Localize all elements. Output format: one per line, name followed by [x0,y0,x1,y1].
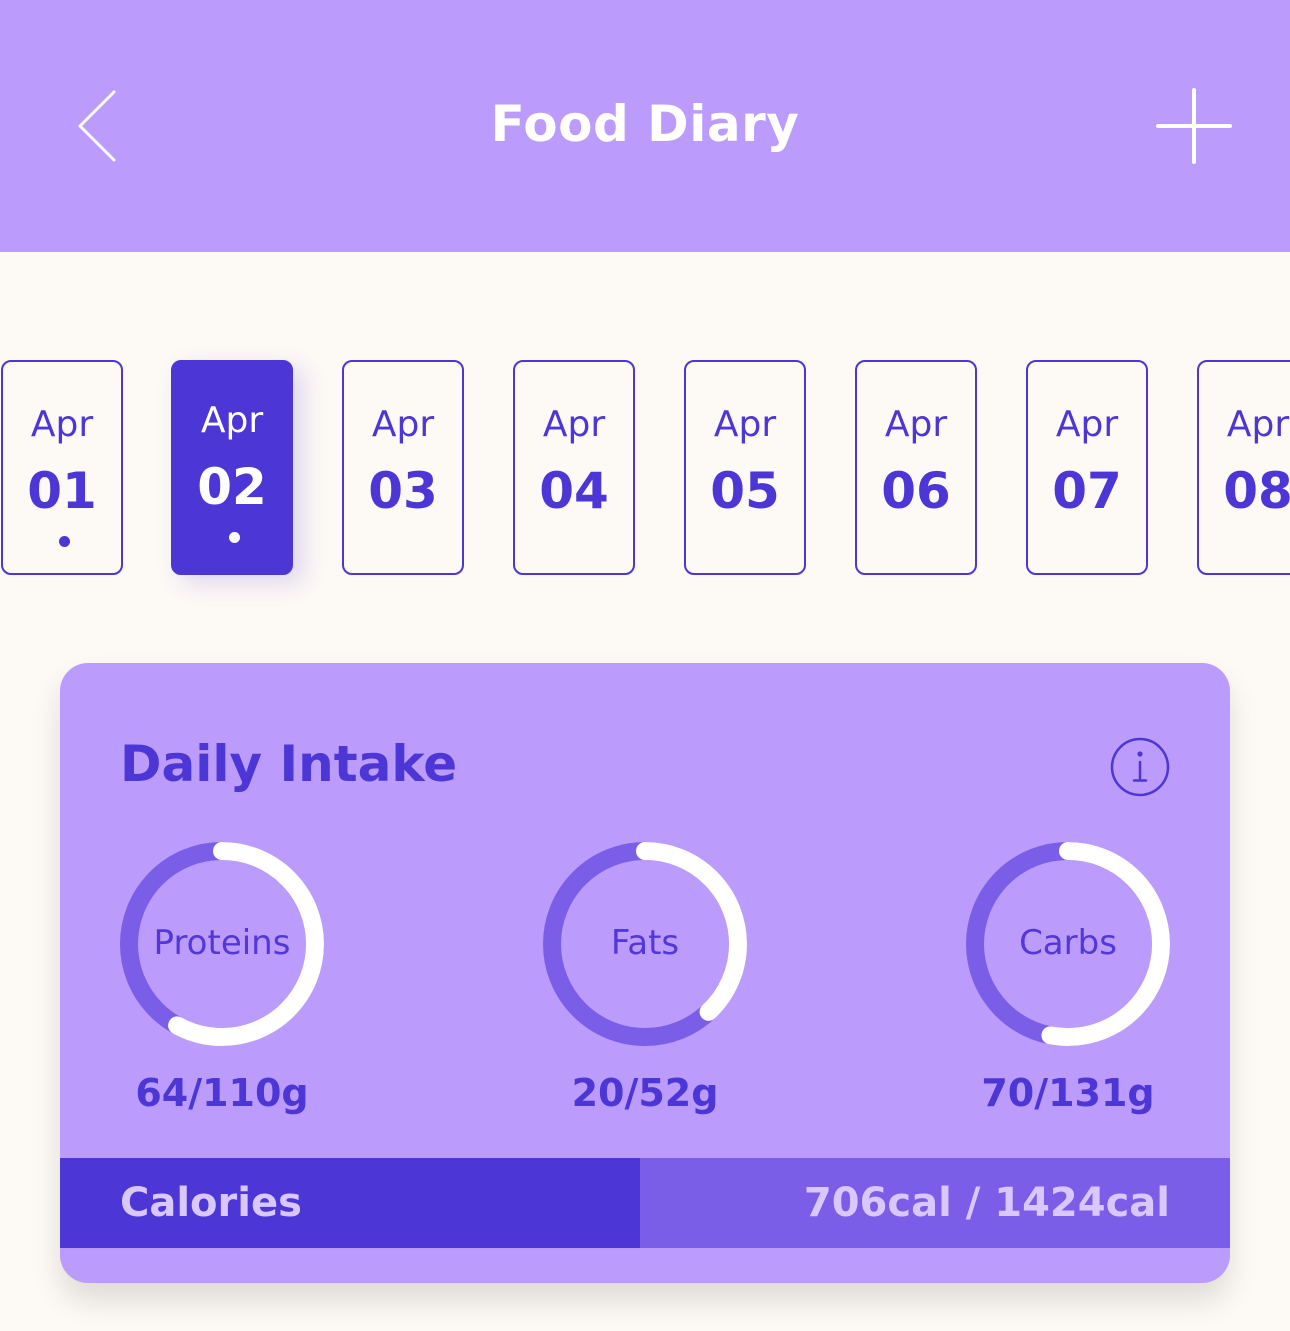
entry-indicator-dot [229,532,240,543]
date-day: 02 [197,458,267,516]
plus-icon [1156,88,1232,164]
date-month: Apr [884,404,948,445]
date-month: Apr [1226,404,1290,445]
daily-intake-card: Daily Intake Proteins 64/110g Fats 20/52… [60,663,1230,1283]
date-card[interactable]: Apr 07 [1026,360,1148,575]
date-card[interactable]: Apr 01 [1,360,123,575]
macro-label: Carbs [1019,923,1117,963]
date-month: Apr [200,400,264,441]
date-card[interactable]: Apr 06 [855,360,977,575]
page-title: Food Diary [490,95,800,153]
info-button[interactable] [1109,736,1171,798]
date-month: Apr [542,404,606,445]
date-day: 01 [27,462,97,520]
macro-value: 70/131g [981,1071,1155,1115]
card-title: Daily Intake [120,735,458,793]
date-card-selected[interactable]: Apr 02 [171,360,293,575]
date-month: Apr [1055,404,1119,445]
date-day: 03 [368,462,438,520]
macro-value: 64/110g [135,1071,309,1115]
date-selector: Apr 01 Apr 02 Apr 03 Apr 04 Apr 05 Apr 0… [0,360,1290,580]
date-day: 06 [881,462,951,520]
date-card[interactable]: Apr 08 [1197,360,1290,575]
date-day: 04 [539,462,609,520]
date-month: Apr [371,404,435,445]
macro-value: 20/52g [571,1071,719,1115]
info-icon [1110,737,1170,797]
calories-progress-bar: Calories 706cal / 1424cal [60,1158,1230,1248]
calories-value: 706cal / 1424cal [803,1180,1170,1226]
date-card[interactable]: Apr 03 [342,360,464,575]
date-month: Apr [713,404,777,445]
date-day: 08 [1223,462,1290,520]
macro-label: Fats [610,923,680,963]
date-day: 07 [1052,462,1122,520]
entry-indicator-dot [59,536,70,547]
date-card[interactable]: Apr 05 [684,360,806,575]
macro-label: Proteins [153,923,291,963]
date-card[interactable]: Apr 04 [513,360,635,575]
date-month: Apr [30,404,94,445]
app-header: Food Diary [0,0,1290,252]
date-day: 05 [710,462,780,520]
calories-label: Calories [120,1180,302,1226]
add-entry-button[interactable] [1156,88,1232,164]
